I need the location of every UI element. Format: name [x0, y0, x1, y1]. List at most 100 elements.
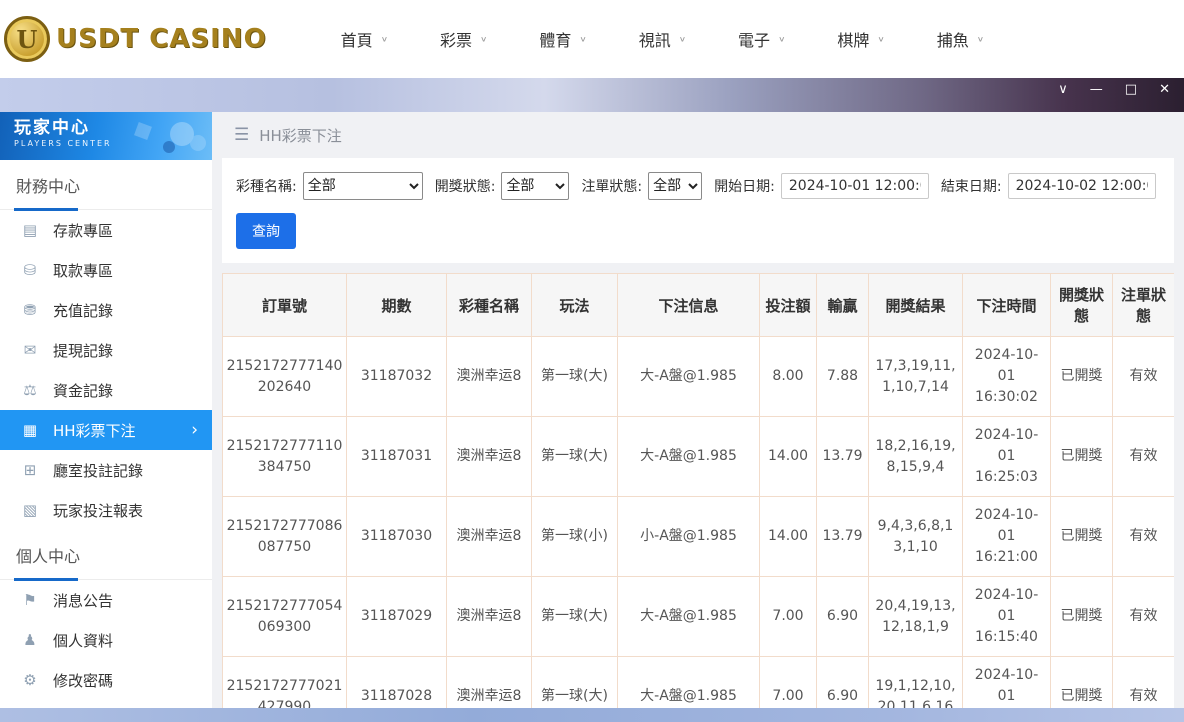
casino-chips-graphic: [170, 122, 194, 146]
sidebar-menu: 財務中心▤存款專區⛁取款專區⛃充值記錄✉提現記錄⚖資金記錄▦HH彩票下注›⊞廳室…: [0, 160, 212, 700]
window-minimize-icon[interactable]: —: [1090, 83, 1103, 96]
table-cell: 有效: [1113, 337, 1175, 417]
sidebar-item-room-bet-records[interactable]: ⊞ 廳室投註記錄: [0, 450, 212, 490]
lottery-form-icon: ▦: [20, 421, 40, 439]
window-close-icon[interactable]: ✕: [1159, 83, 1170, 96]
chevron-down-icon: ∨: [480, 35, 487, 43]
sidebar-item-change-password[interactable]: ⚙修改密碼: [0, 660, 212, 700]
sidebar-item-withdrawal-records[interactable]: ✉提現記錄: [0, 330, 212, 370]
table-row: 215217277714020264031187032澳洲幸运8第一球(大)大-…: [223, 337, 1175, 417]
gear-icon: ⚙: [20, 671, 40, 689]
table-cell: 2152172777140202640: [223, 337, 347, 417]
coins-icon: ⛁: [20, 261, 40, 279]
nav-item-fishing[interactable]: 捕魚 ∨: [911, 0, 1010, 78]
brand-logo[interactable]: U USDT CASINO: [4, 16, 267, 62]
table-cell: 2024-10-01 16:25:03: [963, 417, 1051, 497]
table-cell: 7.88: [817, 337, 869, 417]
nav-item-label: 捕魚: [937, 27, 969, 51]
sidebar-item-label: 廳室投註記錄: [53, 460, 143, 481]
table-cell: 澳洲幸运8: [447, 337, 532, 417]
player-center-banner: 玩家中心 PLAYERS CENTER: [0, 112, 212, 160]
grid-icon: ⊞: [20, 461, 40, 479]
sidebar-item-profile[interactable]: ♟個人資料: [0, 620, 212, 660]
table-cell: 小-A盤@1.985: [618, 497, 760, 577]
draw-status-select[interactable]: 全部: [501, 172, 569, 200]
table-cell: 2024-10-01 16:30:02: [963, 337, 1051, 417]
table-cell: 7.00: [760, 577, 817, 657]
start-date-input[interactable]: [781, 173, 929, 199]
sidebar-item-player-bet-report[interactable]: ▧玩家投注報表: [0, 490, 212, 530]
table-cell: 第一球(大): [532, 657, 618, 709]
table-cell: 有效: [1113, 657, 1175, 709]
content-area: 玩家中心 PLAYERS CENTER 財務中心▤存款專區⛁取款專區⛃充值記錄✉…: [0, 112, 1184, 708]
table-cell: 澳洲幸运8: [447, 417, 532, 497]
recharge-icon: ⛃: [20, 301, 40, 319]
column-header-3: 彩種名稱: [447, 274, 532, 337]
chevron-down-icon: ∨: [381, 35, 388, 43]
breadcrumb-title: HH彩票下注: [259, 125, 342, 146]
window-controls: ∨ — □ ✕: [1058, 83, 1170, 96]
nav-item-chess[interactable]: 棋牌∨: [811, 0, 910, 78]
nav-item-lottery[interactable]: 彩票 ∨: [414, 0, 513, 78]
nav-item-sports[interactable]: 體育 ∨: [513, 0, 612, 78]
table-cell: 14.00: [760, 497, 817, 577]
sidebar-item-label: 取款專區: [53, 260, 113, 281]
table-cell: 大-A盤@1.985: [618, 417, 760, 497]
nav-item-electronic[interactable]: 電子∨: [712, 0, 811, 78]
table-cell: 19,1,12,10,20,11,6,16: [869, 657, 963, 709]
window-collapse-icon[interactable]: ∨: [1058, 83, 1068, 96]
deposit-icon: ▤: [20, 221, 40, 239]
table-cell: 已開獎: [1051, 577, 1113, 657]
table-cell: 2024-10-01 16:10:14: [963, 657, 1051, 709]
bottom-bar: [0, 708, 1184, 722]
chevron-down-icon: ∨: [679, 35, 686, 43]
nav-item-label: 視訊: [639, 27, 671, 51]
table-cell: 31187031: [347, 417, 447, 497]
table-cell: 澳洲幸运8: [447, 657, 532, 709]
report-icon: ▧: [20, 501, 40, 519]
menu-toggle-icon[interactable]: ☰: [234, 125, 249, 145]
sidebar-item-recharge-records[interactable]: ⛃充值記錄: [0, 290, 212, 330]
nav-item-video[interactable]: 視訊 ∨: [613, 0, 712, 78]
table-cell: 7.00: [760, 657, 817, 709]
sidebar-item-hh-lottery-bets[interactable]: ▦HH彩票下注›: [0, 410, 212, 450]
column-header-11: 注單狀態: [1113, 274, 1175, 337]
table-cell: 2152172777054069300: [223, 577, 347, 657]
nav-item-label: 彩票: [440, 27, 472, 51]
table-cell: 已開獎: [1051, 497, 1113, 577]
table-cell: 6.90: [817, 657, 869, 709]
table-cell: 13.79: [817, 497, 869, 577]
window-maximize-icon[interactable]: □: [1125, 83, 1137, 96]
chevron-down-icon: ∨: [778, 35, 785, 43]
table-cell: 14.00: [760, 417, 817, 497]
table-cell: 澳洲幸运8: [447, 577, 532, 657]
nav-item-home[interactable]: 首頁∨: [315, 0, 414, 78]
chevron-down-icon: ∨: [977, 35, 984, 43]
table-cell: 31187028: [347, 657, 447, 709]
sidebar-item-deposit-area[interactable]: ▤ 存款專區: [0, 210, 212, 250]
sidebar-item-label: 存款專區: [53, 220, 113, 241]
sidebar-item-funds-records[interactable]: ⚖資金記錄: [0, 370, 212, 410]
coin-logo-icon: U: [4, 16, 50, 62]
table-cell: 已開獎: [1051, 657, 1113, 709]
start-date-label: 開始日期:: [714, 176, 775, 196]
search-button[interactable]: 查詢: [236, 213, 296, 249]
end-date-input[interactable]: [1008, 173, 1156, 199]
lottery-name-label: 彩種名稱:: [236, 176, 297, 196]
lottery-name-select[interactable]: 全部: [303, 172, 423, 200]
table-cell: 有效: [1113, 417, 1175, 497]
sidebar-item-announcements[interactable]: ⚑消息公告: [0, 580, 212, 620]
app-window: U USDT CASINO 首頁∨彩票∨體育∨視訊∨電子∨棋牌∨捕魚∨ ∨ — …: [0, 0, 1184, 722]
top-header: U USDT CASINO 首頁∨彩票∨體育∨視訊∨電子∨棋牌∨捕魚∨: [0, 0, 1184, 78]
table-cell: 第一球(大): [532, 417, 618, 497]
sidebar-item-withdraw-area[interactable]: ⛁ 取款專區: [0, 250, 212, 290]
table-cell: 2024-10-01 16:15:40: [963, 577, 1051, 657]
order-status-select[interactable]: 全部: [648, 172, 702, 200]
nav-item-label: 體育: [539, 27, 571, 51]
chevron-down-icon: ∨: [579, 35, 586, 43]
main-nav: 首頁∨彩票∨體育∨視訊∨電子∨棋牌∨捕魚∨: [315, 0, 1010, 78]
funds-icon: ⚖: [20, 381, 40, 399]
table-cell: 有效: [1113, 577, 1175, 657]
table-cell: 13.79: [817, 417, 869, 497]
filter-panel: 彩種名稱: 全部 開獎狀態: 全部 注單狀態: 全: [222, 158, 1174, 263]
